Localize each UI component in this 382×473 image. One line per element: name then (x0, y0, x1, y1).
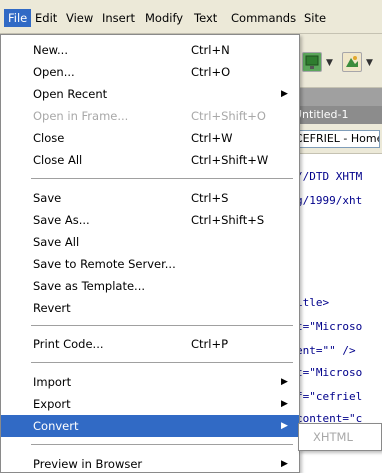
menu-item-new[interactable]: New... Ctrl+N (1, 39, 299, 61)
menu-item-shortcut: Ctrl+Shift+W (191, 153, 269, 167)
menu-item-shortcut: Ctrl+W (191, 131, 233, 145)
menu-separator (31, 325, 293, 326)
file-menu: New... Ctrl+N Open... Ctrl+O Open Recent… (0, 34, 300, 473)
menu-item-save-as[interactable]: Save As... Ctrl+Shift+S (1, 209, 299, 231)
monitor-icon[interactable] (302, 52, 322, 72)
menu-bar: File Edit View Insert Modify Text Comman… (0, 0, 382, 34)
submenu-item-xhtml[interactable]: XHTML (299, 427, 381, 447)
menu-item-shortcut: Ctrl+S (191, 191, 229, 205)
document-tab[interactable]: Untitled-1 (288, 106, 382, 124)
menu-separator (31, 362, 293, 363)
menu-item-label: New... (33, 43, 68, 57)
menu-item-label: Close (33, 131, 65, 145)
chevron-down-icon[interactable]: ▼ (366, 58, 373, 68)
menu-item-shortcut: Ctrl+Shift+O (191, 109, 266, 123)
menu-item-open-in-frame[interactable]: Open in Frame... Ctrl+Shift+O (1, 105, 299, 127)
menu-item-shortcut: Ctrl+O (191, 65, 231, 79)
menu-site[interactable]: Site (300, 9, 330, 27)
menu-item-open[interactable]: Open... Ctrl+O (1, 61, 299, 83)
menu-separator (31, 178, 293, 179)
menu-item-label: Print Code... (33, 337, 104, 351)
menu-item-label: Export (33, 397, 71, 411)
menu-item-label: Import (33, 375, 72, 389)
code-line: f="cefriel (296, 390, 363, 403)
chevron-down-icon[interactable]: ▼ (326, 58, 333, 68)
menu-item-preview-in-browser[interactable]: Preview in Browser ▶ (1, 453, 299, 472)
menu-item-close[interactable]: Close Ctrl+W (1, 127, 299, 149)
menu-item-shortcut: Ctrl+P (191, 337, 229, 351)
code-line: t="Microso (296, 366, 363, 379)
toolbar: ▼ ▼ (288, 34, 382, 88)
menu-item-import[interactable]: Import ▶ (1, 371, 299, 393)
code-line: itle> (296, 296, 330, 309)
menu-item-save-to-remote-server[interactable]: Save to Remote Server... (1, 253, 299, 275)
menu-item-label: Save All (33, 235, 80, 249)
triangle-right-icon: ▶ (281, 459, 288, 469)
menu-item-label: Save (33, 191, 62, 205)
menu-item-save[interactable]: Save Ctrl+S (1, 187, 299, 209)
code-line: g/1999/xht (296, 194, 363, 207)
image-icon[interactable] (342, 52, 362, 72)
title-input[interactable]: CEFRIEL - Home (292, 130, 380, 148)
menu-item-label: Revert (33, 301, 71, 315)
menu-item-revert[interactable]: Revert (1, 297, 299, 319)
menu-view[interactable]: View (62, 9, 97, 27)
menu-modify[interactable]: Modify (141, 9, 187, 27)
menu-item-print-code[interactable]: Print Code... Ctrl+P (1, 333, 299, 355)
triangle-right-icon: ▶ (281, 399, 288, 409)
menu-item-label: Save as Template... (33, 279, 146, 293)
menu-item-convert[interactable]: Convert ▶ (1, 415, 299, 437)
menu-item-shortcut: Ctrl+Shift+S (191, 213, 265, 227)
menu-item-label: Close All (33, 153, 83, 167)
code-line: ent="" /> (296, 344, 356, 357)
menu-edit[interactable]: Edit (31, 9, 61, 27)
menu-separator (31, 444, 293, 445)
menu-item-label: Save As... (33, 213, 90, 227)
triangle-right-icon: ▶ (281, 421, 288, 431)
menu-item-save-as-template[interactable]: Save as Template... (1, 275, 299, 297)
menu-insert[interactable]: Insert (98, 9, 139, 27)
title-row: CEFRIEL - Home (288, 124, 382, 154)
triangle-right-icon: ▶ (281, 377, 288, 387)
triangle-right-icon: ▶ (281, 89, 288, 99)
code-line: //DTD XHTM (296, 170, 363, 183)
menu-item-close-all[interactable]: Close All Ctrl+Shift+W (1, 149, 299, 171)
menu-item-save-all[interactable]: Save All (1, 231, 299, 253)
code-line: t="Microso (296, 320, 363, 333)
menu-text[interactable]: Text (190, 9, 221, 27)
menu-item-label: Convert (33, 419, 79, 433)
menu-item-label: Open in Frame... (33, 109, 129, 123)
menu-item-label: Save to Remote Server... (33, 257, 176, 271)
menu-file[interactable]: File (4, 9, 32, 27)
menu-item-label: Open... (33, 65, 75, 79)
convert-submenu: XHTML (298, 423, 382, 451)
menu-item-label: Open Recent (33, 87, 108, 101)
menu-item-open-recent[interactable]: Open Recent ▶ (1, 83, 299, 105)
menu-item-label: Preview in Browser (33, 457, 143, 471)
menu-commands[interactable]: Commands (227, 9, 300, 27)
menu-item-export[interactable]: Export ▶ (1, 393, 299, 415)
menu-item-shortcut: Ctrl+N (191, 43, 230, 57)
